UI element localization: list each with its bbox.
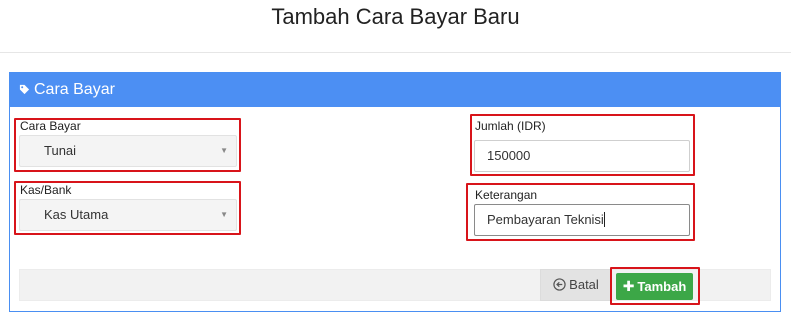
keterangan-label: Keterangan — [475, 188, 538, 202]
cara-bayar-panel: Cara Bayar Cara Bayar Tunai ▼ Kas/Bank K… — [9, 72, 781, 312]
page-title: Tambah Cara Bayar Baru — [271, 4, 520, 29]
jumlah-value: 150000 — [487, 148, 531, 163]
add-button[interactable]: ✚ Tambah — [616, 273, 693, 300]
chevron-down-icon: ▼ — [220, 210, 228, 219]
jumlah-input[interactable]: 150000 — [474, 140, 690, 172]
kas-bank-select[interactable]: Kas Utama ▼ — [19, 199, 237, 231]
plus-icon: ✚ — [622, 278, 635, 294]
keterangan-input[interactable]: Pembayaran Teknisi — [474, 204, 690, 236]
cara-bayar-label: Cara Bayar — [20, 119, 81, 133]
tag-icon — [19, 84, 30, 95]
cara-bayar-value: Tunai — [44, 143, 77, 158]
cancel-button[interactable]: Batal — [540, 269, 612, 301]
chevron-down-icon: ▼ — [220, 146, 228, 155]
kas-bank-value: Kas Utama — [44, 207, 109, 222]
panel-title: Cara Bayar — [34, 81, 115, 98]
panel-header: Cara Bayar — [10, 73, 780, 107]
title-divider — [0, 52, 791, 53]
kas-bank-label: Kas/Bank — [20, 183, 72, 197]
cancel-label: Batal — [569, 277, 599, 292]
add-label: Tambah — [637, 279, 687, 294]
circle-arrow-left-icon — [553, 278, 566, 291]
cara-bayar-select[interactable]: Tunai ▼ — [19, 135, 237, 167]
jumlah-label: Jumlah (IDR) — [475, 119, 546, 133]
text-cursor — [603, 212, 605, 227]
keterangan-value: Pembayaran Teknisi — [487, 212, 604, 227]
